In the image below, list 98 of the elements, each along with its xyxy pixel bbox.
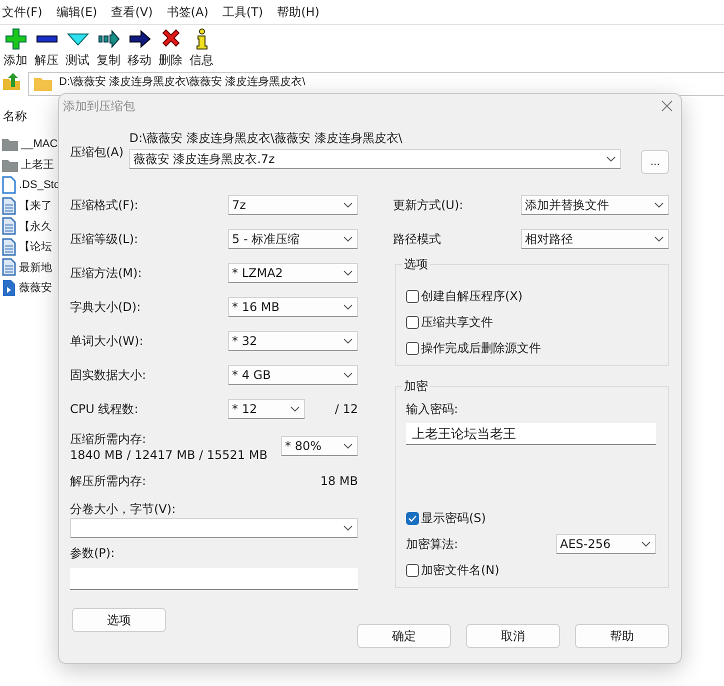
- chevron-down-icon: [290, 406, 300, 412]
- document-icon: [1, 238, 17, 256]
- field-label: 固实数据大小:: [70, 366, 146, 384]
- group-title: 选项: [402, 256, 430, 273]
- field-label: 压缩包(A): [70, 144, 125, 161]
- toolbar-button[interactable]: 删除: [155, 28, 186, 72]
- menu-item[interactable]: 书签(A): [166, 4, 208, 20]
- chevron-down-icon: [343, 525, 353, 531]
- dialog-button[interactable]: 帮助: [575, 624, 669, 648]
- archive-name-combo[interactable]: 薇薇安 漆皮连身黑皮衣.7z: [129, 149, 622, 169]
- menu-item[interactable]: 文件(F): [2, 4, 42, 20]
- field-label: 输入密码:: [406, 401, 460, 418]
- thread-total: / 12: [334, 402, 358, 416]
- field-label: 压缩方法(M):: [70, 264, 142, 282]
- menu-item[interactable]: 工具(T): [222, 4, 264, 20]
- toolbar-button[interactable]: 添加: [0, 28, 31, 72]
- chevron-down-icon: [343, 304, 353, 310]
- volume-size-combo[interactable]: [70, 518, 358, 538]
- field-label: 字典大小(D):: [70, 298, 141, 316]
- field-label: 单词大小(W):: [70, 332, 144, 350]
- toolbar-button[interactable]: 移动: [124, 28, 155, 72]
- checkmark-icon: [408, 514, 417, 522]
- checkbox-label: 显示密码(S): [421, 510, 486, 526]
- dropdown[interactable]: 7z: [228, 195, 358, 215]
- chevron-down-icon: [654, 202, 664, 208]
- column-header[interactable]: 名称: [3, 109, 27, 123]
- toolbar-button[interactable]: 解压: [31, 28, 62, 72]
- browse-button[interactable]: ...: [641, 150, 669, 174]
- chevron-down-icon: [606, 156, 616, 162]
- file-name[interactable]: 【来了: [19, 198, 52, 214]
- checkbox[interactable]: [406, 512, 419, 524]
- chevron-down-icon: [343, 270, 353, 276]
- toolbar-button[interactable]: 复制: [93, 28, 124, 72]
- file-name[interactable]: __MAC: [21, 138, 58, 150]
- chevron-down-icon: [654, 236, 664, 242]
- field-label: 解压所需内存:: [70, 472, 146, 490]
- dialog-button[interactable]: 确定: [357, 624, 451, 648]
- memory-usage: 1840 MB / 12417 MB / 15521 MB: [70, 448, 268, 462]
- field-label: 压缩所需内存:: [70, 430, 148, 448]
- close-icon[interactable]: [661, 100, 673, 112]
- menu-item[interactable]: 帮助(H): [277, 4, 320, 20]
- file-name[interactable]: 【永久: [19, 218, 52, 234]
- checkbox-label: 操作完成后删除源文件: [421, 340, 541, 356]
- field-label: 加密算法:: [406, 536, 458, 552]
- toolbar-button[interactable]: 信息: [186, 28, 217, 72]
- chevron-down-icon: [343, 338, 353, 344]
- checkbox[interactable]: [406, 290, 419, 302]
- file-name[interactable]: 上老王: [21, 157, 54, 172]
- checkbox[interactable]: [406, 342, 419, 354]
- field-label: 更新方式(U):: [393, 196, 464, 214]
- chevron-down-icon: [641, 541, 651, 547]
- parameters-field[interactable]: [70, 568, 358, 590]
- checkbox-label: 创建自解压程序(X): [421, 288, 523, 304]
- document-icon: [1, 217, 17, 236]
- password-field[interactable]: 上老王论坛当老王: [406, 423, 656, 445]
- field-label: 压缩等级(L):: [70, 230, 138, 248]
- file-name[interactable]: 最新地: [19, 260, 52, 275]
- dropdown[interactable]: * 80%: [281, 436, 358, 456]
- dropdown[interactable]: * 16 MB: [228, 297, 358, 317]
- document-icon: [1, 258, 17, 276]
- dashed-arrow-icon: [98, 28, 120, 50]
- chevron-down-icon: [343, 202, 353, 208]
- checkbox[interactable]: [406, 564, 419, 576]
- field-label: 参数(P):: [70, 544, 115, 562]
- memory-value: 18 MB: [320, 474, 358, 488]
- field-label: CPU 线程数:: [70, 400, 138, 418]
- chevron-down-icon: [343, 236, 353, 242]
- folder-up-icon[interactable]: [2, 72, 22, 92]
- checkbox[interactable]: [406, 316, 419, 328]
- folder-icon: [33, 76, 53, 92]
- options-button[interactable]: 选项: [72, 608, 166, 632]
- dropdown[interactable]: AES-256: [556, 534, 656, 554]
- dropdown[interactable]: * 32: [228, 331, 358, 351]
- archive-folder: D:\薇薇安 漆皮连身黑皮衣\薇薇安 漆皮连身黑皮衣\: [129, 130, 404, 147]
- checkbox-label: 加密文件名(N): [421, 562, 500, 578]
- dropdown[interactable]: * LZMA2: [228, 263, 358, 283]
- file-name[interactable]: 薇薇安: [19, 280, 52, 296]
- arrow-right-icon: [128, 28, 150, 50]
- toolbar-button[interactable]: 测试: [62, 28, 93, 72]
- dialog-button[interactable]: 取消: [466, 624, 560, 648]
- field-label: 压缩格式(F):: [70, 196, 138, 214]
- document-icon: [1, 196, 17, 215]
- chevron-down-icon: [343, 443, 353, 449]
- folder-icon: [1, 136, 19, 152]
- dropdown[interactable]: * 4 GB: [228, 365, 358, 385]
- plus-icon: [4, 28, 26, 50]
- file-name[interactable]: 【论坛: [19, 239, 52, 254]
- chevron-down-icon: [343, 372, 353, 378]
- dropdown[interactable]: 5 - 标准压缩: [228, 229, 358, 249]
- field-label: 路径模式: [393, 230, 441, 248]
- menu-item[interactable]: 查看(V): [111, 4, 153, 20]
- dialog-title: 添加到压缩包: [63, 98, 135, 114]
- checkbox-label: 压缩共享文件: [421, 314, 493, 330]
- menu-item[interactable]: 编辑(E): [56, 4, 98, 20]
- dropdown[interactable]: * 12: [228, 399, 305, 419]
- dropdown[interactable]: 添加并替换文件: [521, 195, 669, 215]
- dropdown[interactable]: 相对路径: [521, 229, 669, 249]
- field-label: 分卷大小，字节(V):: [70, 500, 176, 518]
